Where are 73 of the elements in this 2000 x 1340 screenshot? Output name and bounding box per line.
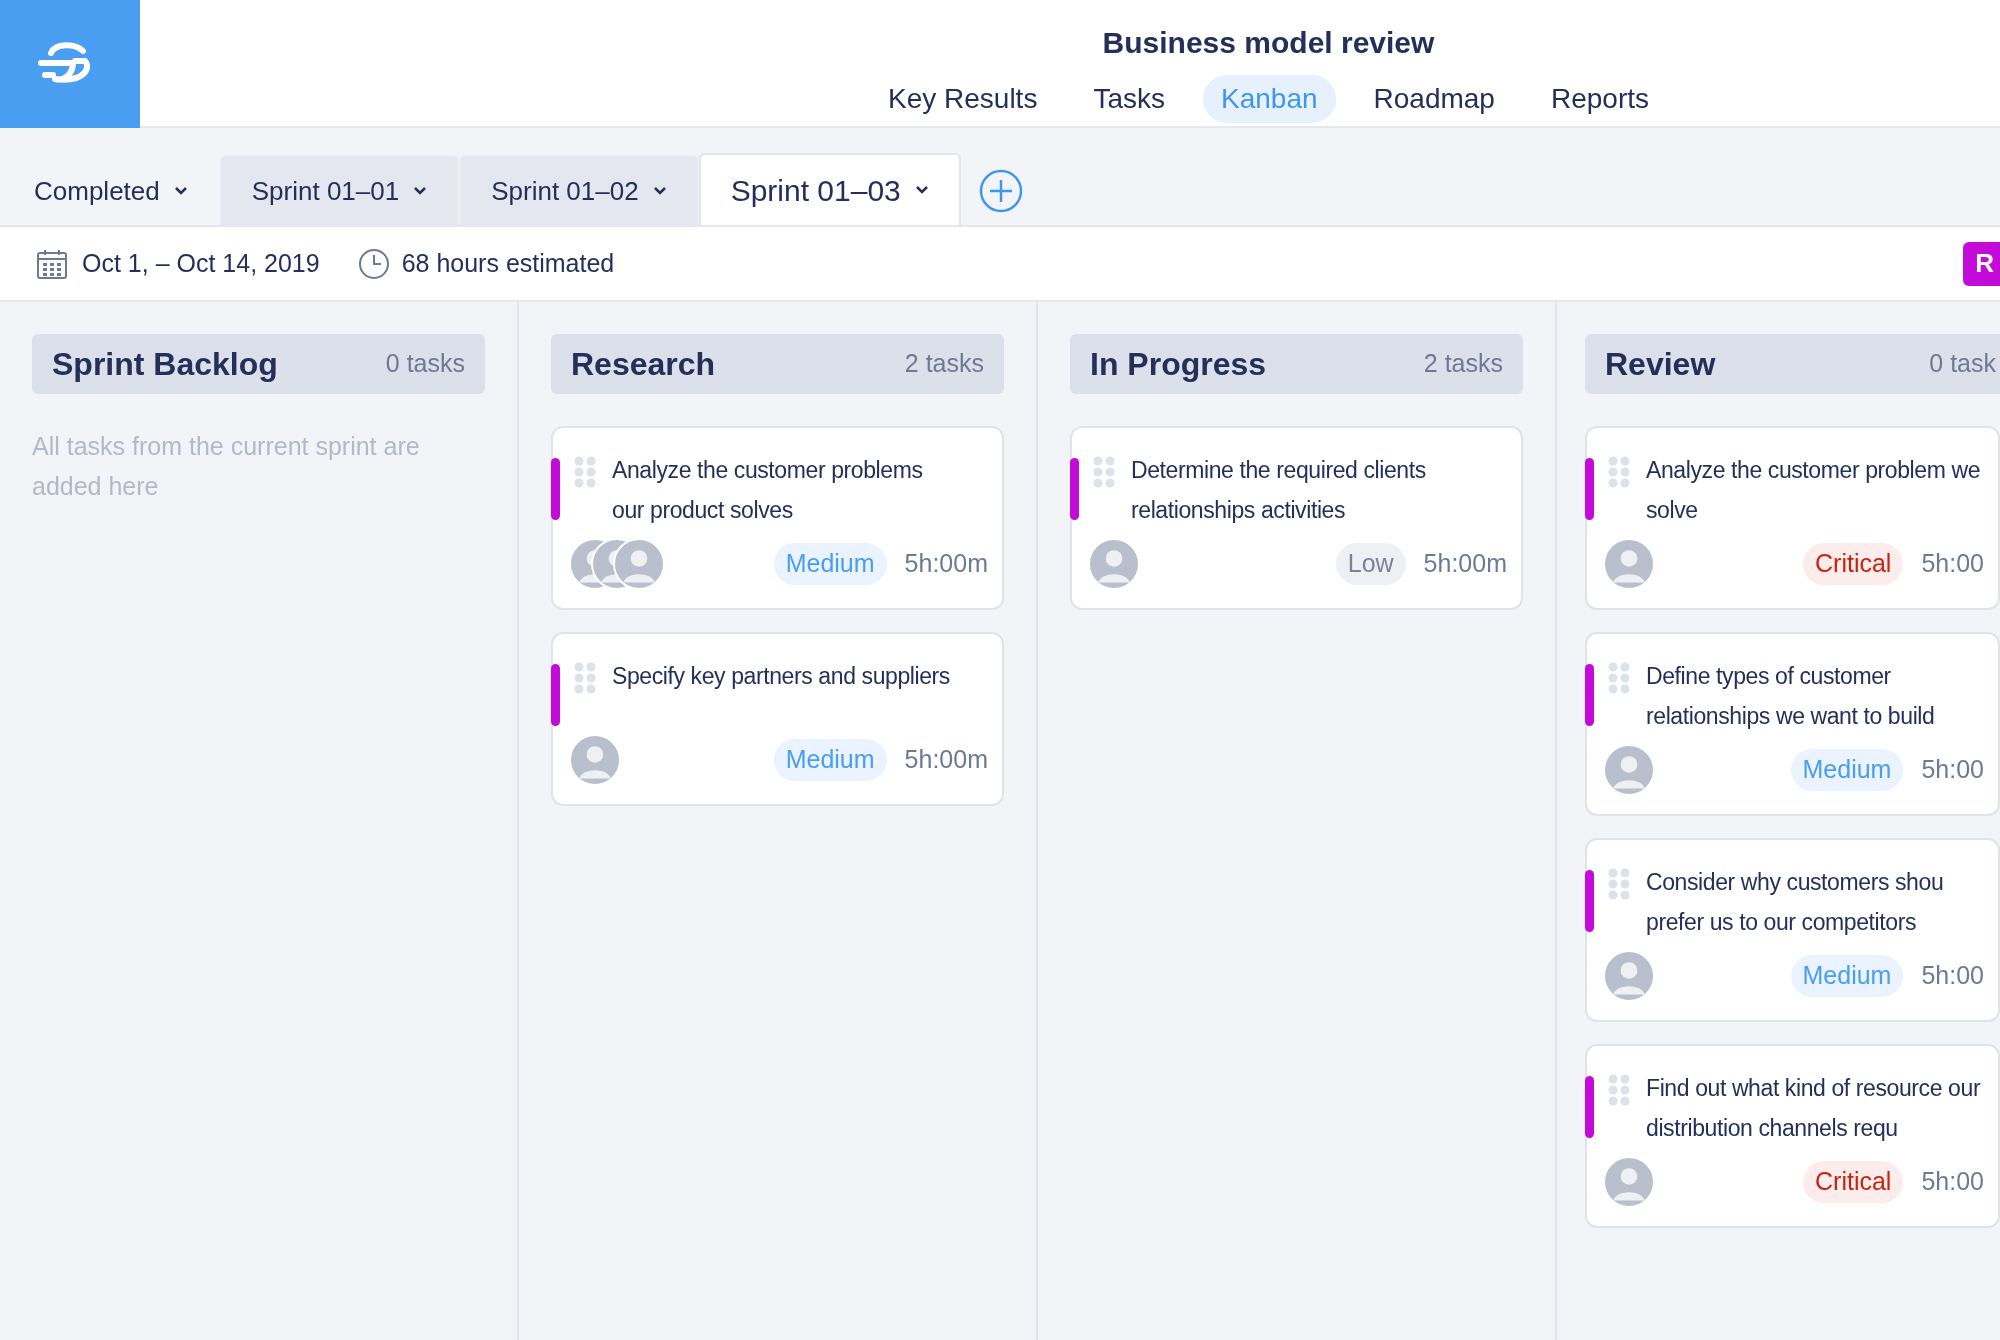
task-count: 2 tasks — [1423, 348, 1503, 380]
clock-icon — [357, 247, 390, 280]
priority-bar — [551, 664, 560, 726]
task-title: Analyze the customer problem we solve — [1646, 456, 1982, 525]
chevron-down-icon — [914, 185, 929, 195]
task-card[interactable]: Specify key partners and suppliers Medium 5h:00m — [551, 632, 1004, 806]
chevron-down-icon — [652, 186, 667, 196]
task-card[interactable]: Find out what kind of resource our distribution channels requ Critical 5h:00 — [1585, 1044, 2000, 1228]
calendar-icon — [36, 247, 68, 280]
priority-badge: Low — [1335, 543, 1406, 585]
sprint-tab[interactable]: Sprint 01–03 — [698, 153, 961, 225]
chevron-down-icon — [413, 186, 428, 196]
column-title: Sprint Backlog — [52, 345, 278, 384]
drag-handle-icon[interactable] — [1608, 1074, 1630, 1106]
priority-badge: Medium — [773, 543, 887, 585]
priority-badge: Medium — [1790, 955, 1904, 997]
plus-circle-icon — [978, 169, 1023, 213]
add-sprint-button[interactable] — [978, 169, 1023, 213]
task-count: 0 task — [1929, 348, 1996, 380]
time-estimate: 5h:00m — [904, 744, 988, 776]
priority-bar — [1585, 870, 1594, 932]
task-count: 0 tasks — [385, 348, 465, 380]
task-card[interactable]: Analyze the customer problem we solve Critical 5h:00 — [1585, 426, 2000, 610]
nav-tab[interactable]: Tasks — [1075, 75, 1183, 123]
time-estimate: 5h:00m — [904, 548, 988, 580]
task-title: Analyze the customer problems our product solves — [612, 456, 924, 525]
nav-tab[interactable]: Reports — [1532, 75, 1667, 123]
sprint-tab[interactable]: Sprint 01–02 — [459, 155, 699, 225]
sprint-tab[interactable]: Sprint 01–01 — [219, 155, 460, 225]
drag-handle-icon[interactable] — [1093, 456, 1115, 488]
priority-bar — [1585, 458, 1594, 520]
task-card[interactable]: Consider why customers shou prefer us to our competitors Medium 5h:00 — [1585, 838, 2000, 1022]
priority-bar — [1070, 458, 1079, 520]
task-title: Determine the required clients relationships activities — [1131, 456, 1427, 525]
avatar-icon — [613, 538, 665, 590]
task-title: Consider why customers shou prefer us to our competitors — [1646, 868, 1945, 937]
task-count: 2 tasks — [904, 348, 984, 380]
task-title: Specify key partners and suppliers — [612, 662, 951, 691]
column-title: Review — [1605, 345, 1716, 384]
time-estimate: 5h:00 — [1921, 1166, 1984, 1198]
priority-bar — [1585, 664, 1594, 726]
nav-tab[interactable]: Roadmap — [1355, 75, 1513, 123]
priority-badge: Medium — [773, 739, 887, 781]
priority-badge: Critical — [1803, 1161, 1904, 1203]
nav-tab[interactable]: Key Results — [870, 75, 1056, 123]
task-card[interactable]: Analyze the customer problems our product solves Medium 5h:00m — [551, 426, 1004, 610]
task-card[interactable]: Define types of customer relationships we want to build Medium 5h:00 — [1585, 632, 2000, 816]
priority-badge: Critical — [1803, 543, 1904, 585]
column-title: In Progress — [1090, 345, 1267, 384]
task-card[interactable]: Determine the required clients relationships activities Low 5h:00m — [1070, 426, 1523, 610]
time-estimate: 5h:00 — [1921, 548, 1984, 580]
hours-estimate: 68 hours estimated — [401, 247, 615, 279]
drag-handle-icon[interactable] — [574, 456, 596, 488]
drag-handle-icon[interactable] — [574, 662, 596, 694]
priority-bar — [1585, 1076, 1594, 1138]
time-estimate: 5h:00 — [1921, 754, 1984, 786]
task-title: Find out what kind of resource our distribution channels requ — [1646, 1074, 1982, 1143]
page-title: Business model review — [1102, 25, 1435, 61]
drag-handle-icon[interactable] — [1608, 456, 1630, 488]
time-estimate: 5h:00 — [1921, 960, 1984, 992]
chevron-down-icon — [173, 186, 188, 196]
priority-bar — [551, 458, 560, 520]
column-title: Research — [571, 345, 716, 384]
task-title: Define types of customer relationships we want to build — [1646, 662, 1936, 731]
drag-handle-icon[interactable] — [1608, 868, 1630, 900]
action-button[interactable]: R — [1963, 241, 2000, 286]
priority-badge: Medium — [1790, 749, 1904, 791]
logo[interactable] — [0, 0, 140, 128]
sprint-tab[interactable]: Completed — [2, 155, 220, 225]
date-range: Oct 1, – Oct 14, 2019 — [82, 247, 320, 279]
drag-handle-icon[interactable] — [1608, 662, 1630, 694]
time-estimate: 5h:00m — [1423, 548, 1507, 580]
empty-column-hint: All tasks from the current sprint are added here — [32, 431, 421, 502]
